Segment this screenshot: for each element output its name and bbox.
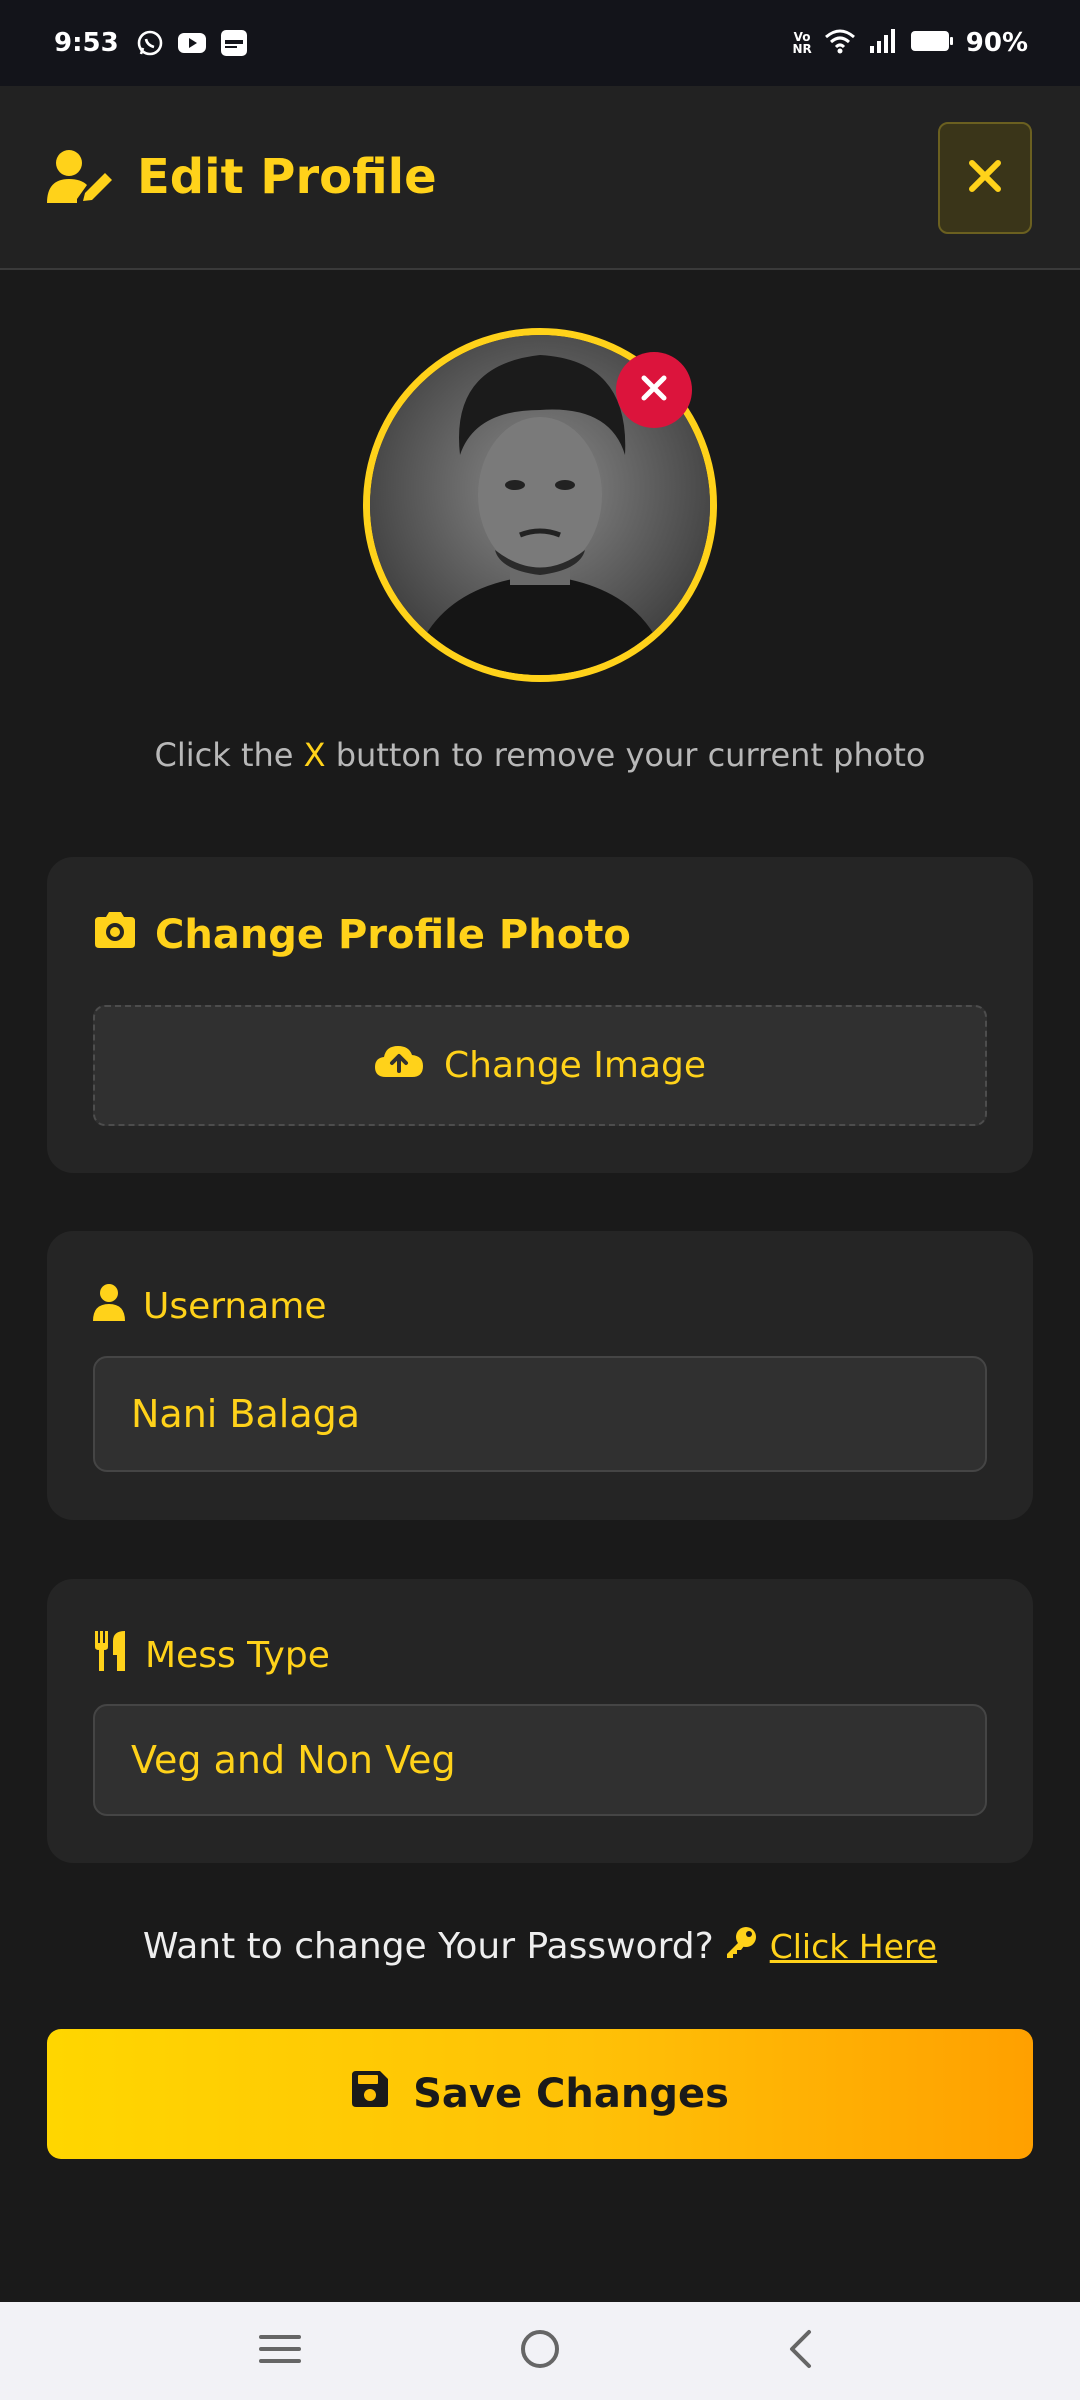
mess-type-label-text: Mess Type bbox=[145, 1635, 330, 1676]
camera-icon bbox=[93, 911, 137, 959]
username-label: Username bbox=[93, 1283, 327, 1330]
username-card: Username Nani Balaga bbox=[47, 1231, 1033, 1520]
recents-icon bbox=[259, 2333, 301, 2369]
password-prompt: Want to change Your Password? bbox=[142, 1926, 714, 1967]
home-button[interactable] bbox=[510, 2321, 570, 2381]
remove-photo-button[interactable] bbox=[616, 352, 692, 428]
username-label-text: Username bbox=[143, 1286, 327, 1327]
key-icon bbox=[724, 1925, 758, 1968]
close-icon bbox=[967, 158, 1003, 198]
battery-icon bbox=[910, 29, 954, 57]
mess-type-field[interactable]: Veg and Non Veg bbox=[93, 1704, 987, 1816]
utensils-icon bbox=[93, 1631, 127, 1680]
change-image-button[interactable]: Change Image bbox=[93, 1005, 987, 1126]
save-changes-label: Save Changes bbox=[413, 2071, 729, 2117]
photo-hint: Click the X button to remove your curren… bbox=[0, 736, 1080, 774]
whatsapp-icon bbox=[135, 28, 165, 58]
hint-text-suffix: button to remove your current photo bbox=[325, 736, 926, 774]
user-edit-icon bbox=[47, 149, 113, 205]
system-nav-bar bbox=[0, 2302, 1080, 2400]
close-button[interactable] bbox=[938, 122, 1032, 234]
password-row: Want to change Your Password? Click Here bbox=[0, 1925, 1080, 1968]
save-changes-button[interactable]: Save Changes bbox=[47, 2029, 1033, 2159]
close-icon bbox=[639, 373, 669, 407]
youtube-icon bbox=[177, 28, 207, 58]
user-icon bbox=[93, 1283, 125, 1330]
mess-type-card: Mess Type Veg and Non Veg bbox=[47, 1579, 1033, 1863]
signal-icon bbox=[868, 28, 898, 58]
status-time: 9:53 bbox=[54, 28, 119, 58]
save-icon bbox=[351, 2070, 389, 2118]
header: Edit Profile bbox=[0, 86, 1080, 270]
back-icon bbox=[785, 2329, 815, 2373]
battery-percent: 90% bbox=[965, 28, 1028, 58]
change-password-link[interactable]: Click Here bbox=[770, 1927, 937, 1966]
status-bar: 9:53 Vo NR 90% bbox=[0, 0, 1080, 86]
home-icon bbox=[520, 2329, 560, 2373]
change-photo-card: Change Profile Photo Change Image bbox=[47, 857, 1033, 1173]
username-field[interactable]: Nani Balaga bbox=[93, 1356, 987, 1472]
cloud-upload-icon bbox=[374, 1043, 424, 1088]
recents-button[interactable] bbox=[250, 2321, 310, 2381]
app-notification-icon bbox=[219, 28, 249, 58]
change-image-label: Change Image bbox=[443, 1045, 707, 1086]
volte-indicator: Vo NR bbox=[792, 30, 812, 56]
hint-text-highlight: X bbox=[303, 736, 326, 774]
change-photo-title-text: Change Profile Photo bbox=[155, 912, 631, 958]
hint-text-prefix: Click the bbox=[154, 736, 304, 774]
mess-type-label: Mess Type bbox=[93, 1631, 330, 1680]
back-button[interactable] bbox=[770, 2321, 830, 2381]
wifi-icon bbox=[824, 28, 856, 58]
page-title: Edit Profile bbox=[137, 149, 437, 205]
change-photo-title: Change Profile Photo bbox=[93, 911, 631, 959]
